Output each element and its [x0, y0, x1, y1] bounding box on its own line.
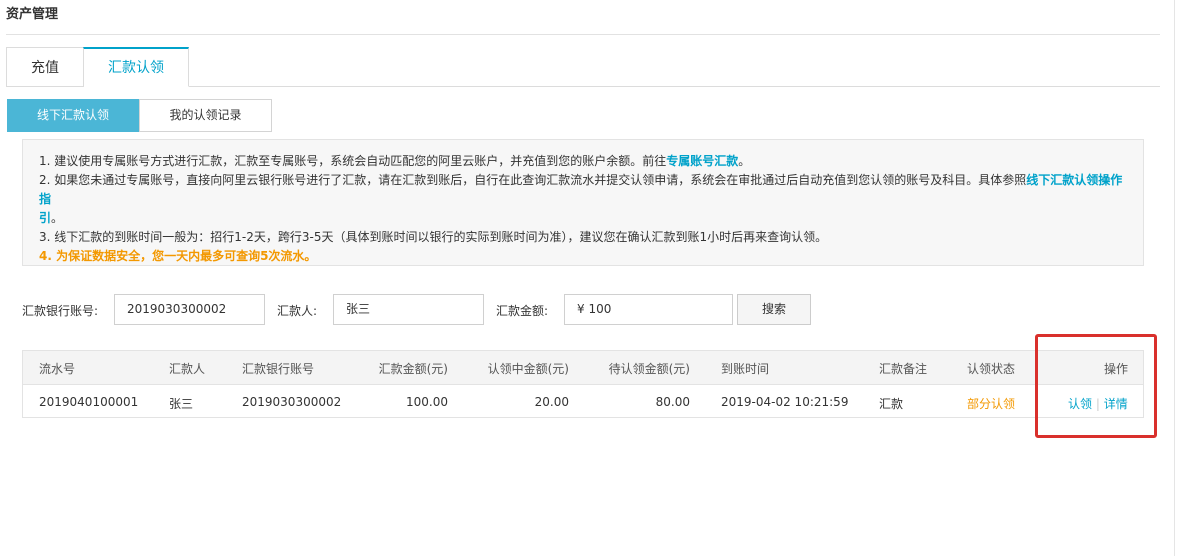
cell-claiming: 20.00: [534, 395, 569, 409]
tab-recharge[interactable]: 充值: [6, 47, 84, 87]
right-divider: [1174, 0, 1175, 556]
notice-line-3: 3. 线下汇款的到账时间一般为：招行1-2天，跨行3-5天（具体到账时间以银行的…: [39, 230, 828, 244]
cell-pending: 80.00: [655, 395, 690, 409]
th-amount: 汇款金额(元): [378, 362, 448, 376]
notice-line-1: 1. 建议使用专属账号方式进行汇款，汇款至专属账号，系统会自动匹配您的阿里云账户…: [39, 154, 751, 168]
status-badge: 部分认领: [967, 397, 1016, 411]
cell-serial: 2019040100001: [39, 395, 139, 409]
th-claiming: 认领中金额(元): [487, 362, 569, 376]
subtab-my-claim-records[interactable]: 我的认领记录: [139, 99, 272, 132]
cell-amount: 100.00: [406, 395, 448, 409]
cell-remark: 汇款: [879, 397, 904, 411]
tab-baseline-left: [6, 86, 84, 87]
cell-remitter: 张三: [169, 397, 194, 411]
th-serial: 流水号: [39, 362, 76, 376]
title-divider: [6, 34, 1160, 35]
remitter-label: 汇款人:: [277, 304, 318, 318]
amount-input[interactable]: ¥ 100: [564, 294, 733, 325]
th-status: 认领状态: [967, 362, 1016, 376]
cell-arrival-time: 2019-04-02 10:21:59: [721, 395, 849, 409]
offline-claim-guide-link-cont[interactable]: 引: [39, 211, 51, 225]
page-title: 资产管理: [6, 7, 59, 22]
notice-box: 1. 建议使用专属账号方式进行汇款，汇款至专属账号，系统会自动匹配您的阿里云账户…: [22, 139, 1144, 266]
th-remitter: 汇款人: [169, 362, 206, 376]
th-bank-account: 汇款银行账号: [242, 362, 315, 376]
cell-bank-account: 2019030300002: [242, 395, 342, 409]
remittance-table: 流水号 汇款人 汇款银行账号 汇款金额(元) 认领中金额(元) 待认领金额(元)…: [22, 350, 1144, 418]
th-pending: 待认领金额(元): [608, 362, 690, 376]
th-arrival-time: 到账时间: [721, 362, 770, 376]
dedicated-account-link[interactable]: 专属账号汇款: [666, 154, 738, 168]
search-button[interactable]: 搜索: [737, 294, 811, 325]
tab-baseline: [189, 86, 1160, 87]
th-remark: 汇款备注: [879, 362, 928, 376]
highlight-box: [1035, 334, 1157, 438]
subtab-offline-claim[interactable]: 线下汇款认领: [7, 99, 139, 132]
remitter-input[interactable]: 张三: [333, 294, 484, 325]
bank-account-input[interactable]: 2019030300002: [114, 294, 265, 325]
notice-line-2: 2. 如果您未通过专属账号，直接向阿里云银行账号进行了汇款，请在汇款到账后，自行…: [39, 173, 1123, 225]
notice-line-4: 4. 为保证数据安全，您一天内最多可查询5次流水。: [39, 249, 317, 263]
amount-label: 汇款金额:: [496, 304, 549, 318]
bank-account-label: 汇款银行账号:: [22, 304, 99, 318]
tab-remittance-claim[interactable]: 汇款认领: [83, 47, 189, 87]
